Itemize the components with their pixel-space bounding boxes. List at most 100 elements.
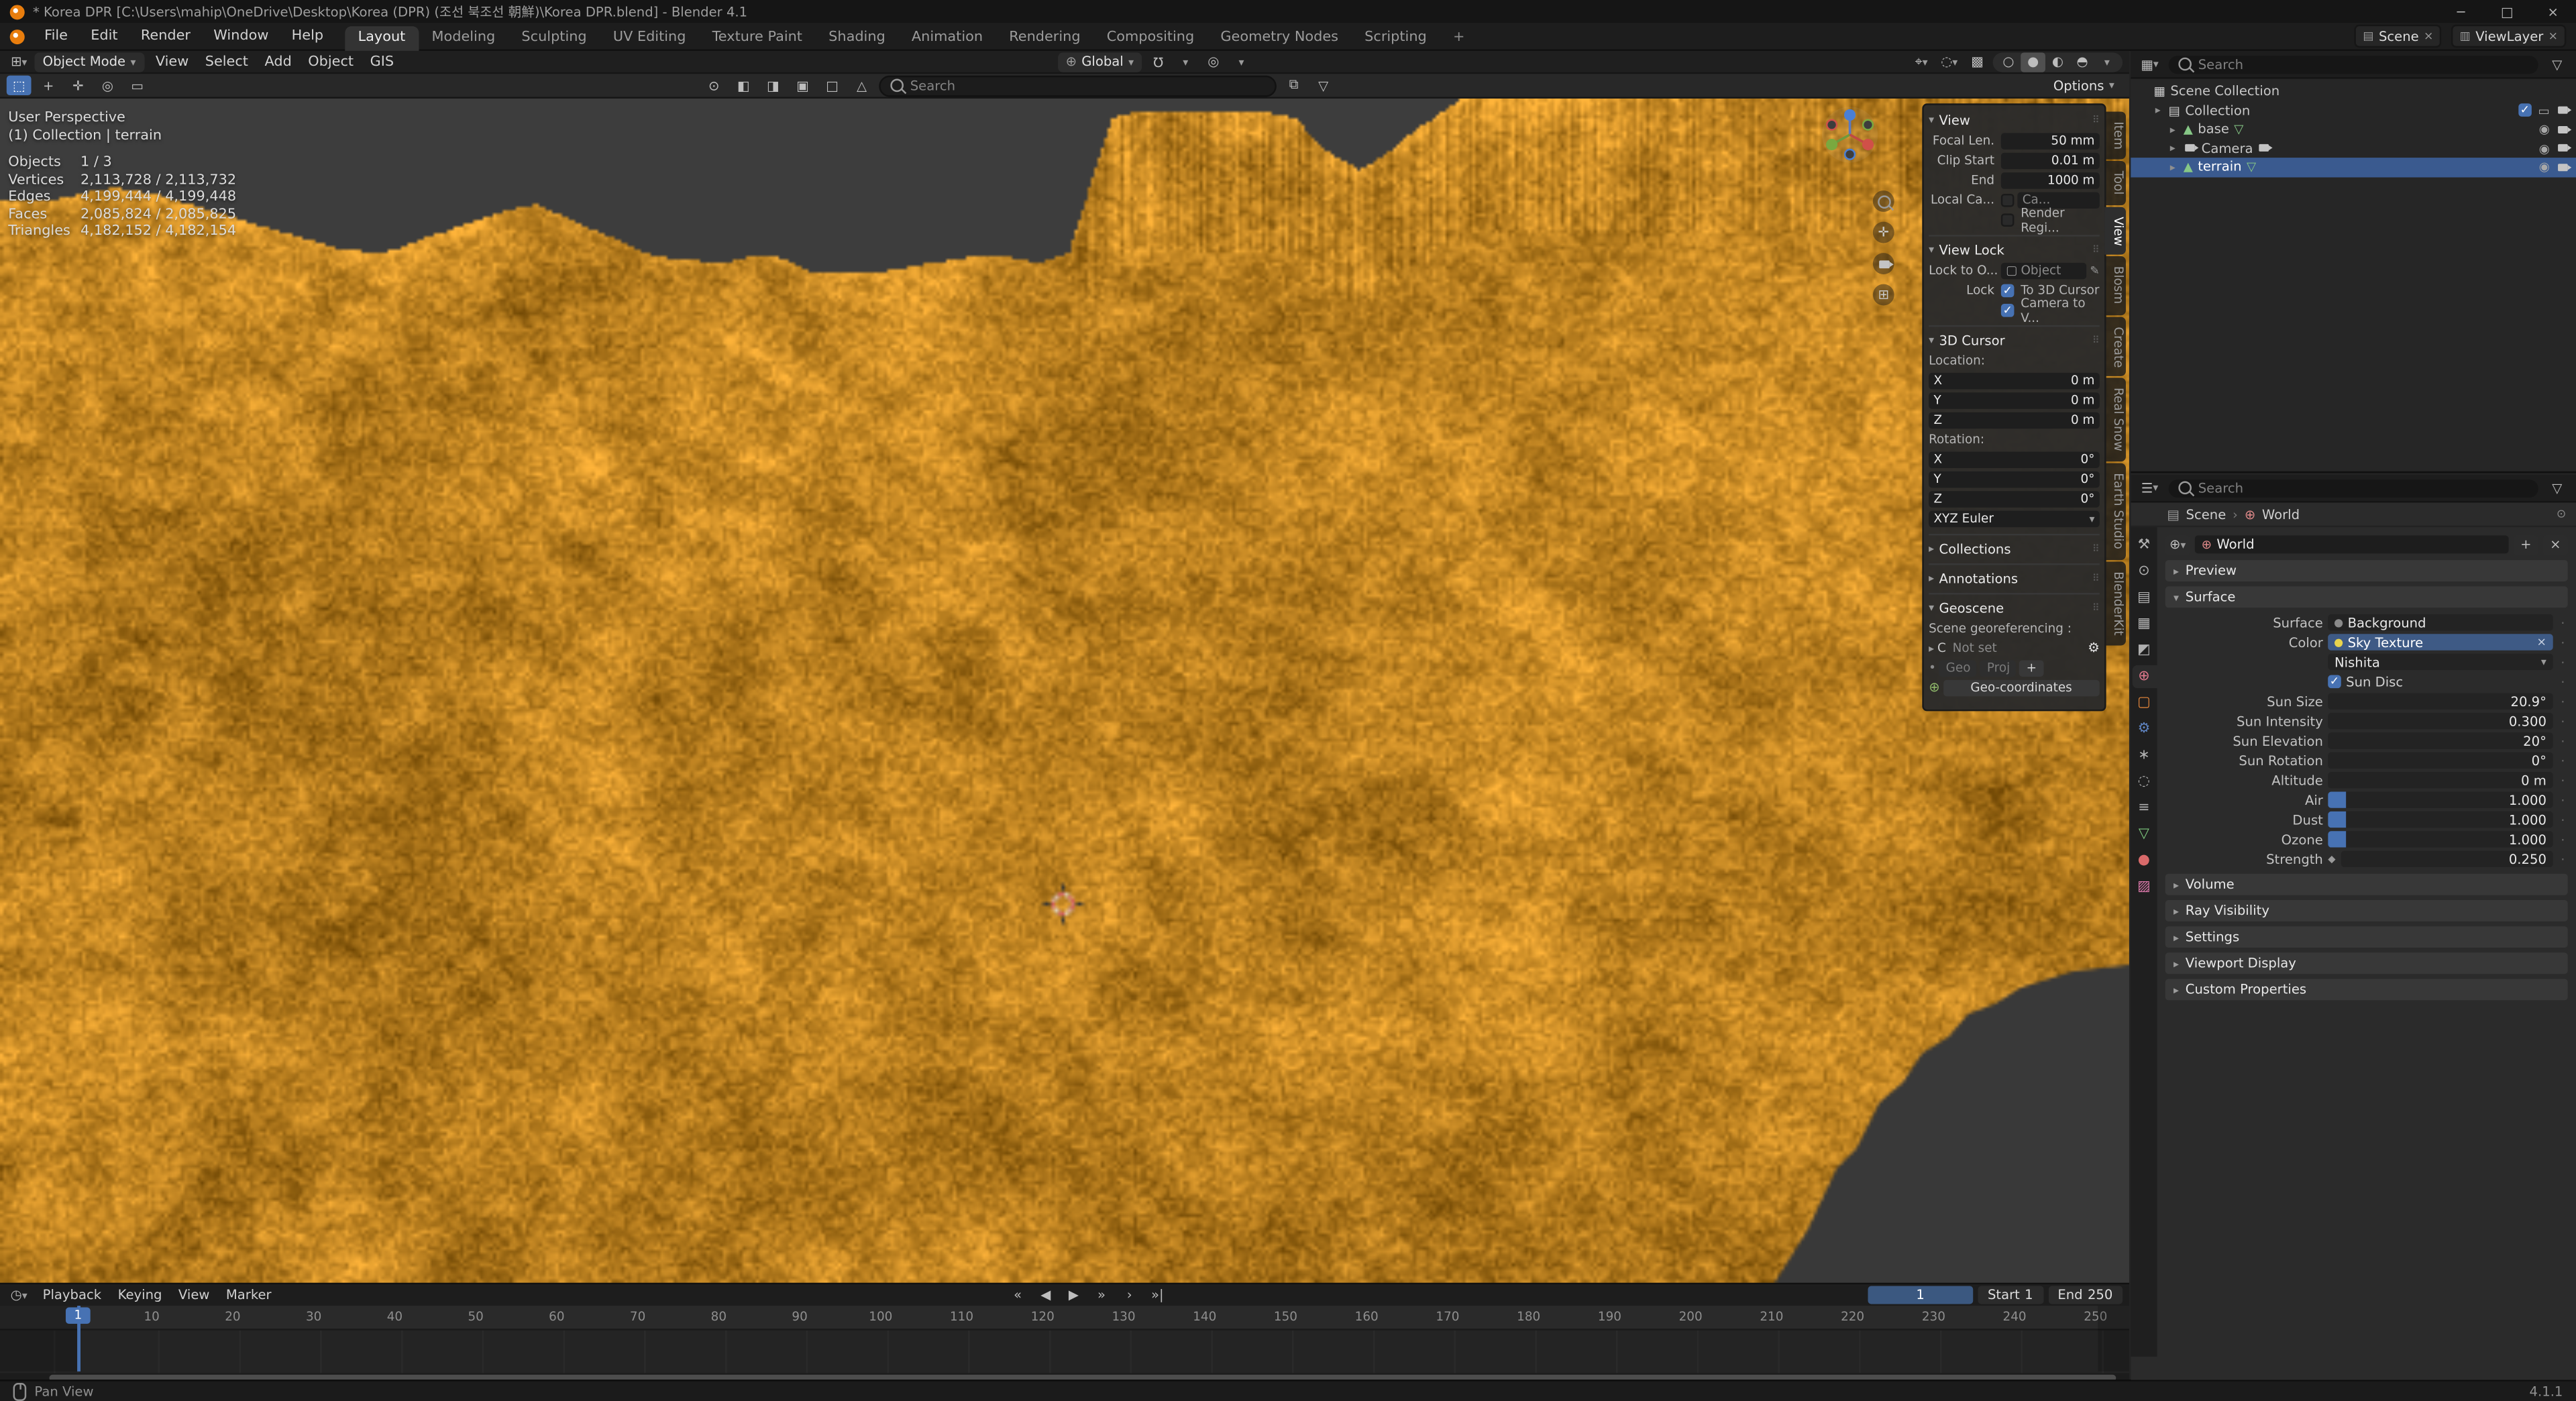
panel-custom-properties[interactable]: ▸ Custom Properties [2165,978,2568,1001]
timeline-menu-marker[interactable]: Marker [218,1288,280,1302]
animate-decorator[interactable]: · [2558,615,2568,630]
outliner-search-input[interactable]: Search [2168,55,2538,73]
prop-value-strength[interactable]: 0.250 [2340,850,2553,868]
animate-decorator[interactable]: · [2558,753,2568,768]
gear-icon[interactable]: ⚙ [2088,640,2100,655]
prev-keyframe-button[interactable]: ◀ [1033,1285,1058,1304]
menu-render[interactable]: Render [129,23,202,49]
unlink-world-button[interactable]: × [2543,535,2568,555]
play-button[interactable]: » [1089,1285,1114,1304]
animate-decorator[interactable]: · [2558,674,2568,689]
editor-type-icon[interactable]: ⊞ ▾ [7,52,32,71]
outliner-row-terrain[interactable]: ▸ ▲ terrain ▽ ◉ [2131,158,2576,177]
cursor-rotation-y-field[interactable]: Y 0° [1929,470,2100,488]
panel-volume[interactable]: ▸ Volume [2165,873,2568,895]
proportional-falloff-icon[interactable]: ▾ [1229,52,1254,71]
animate-decorator[interactable]: · [2558,733,2568,748]
workspace-tab-layout[interactable]: Layout [344,25,419,50]
geo-coordinates-button[interactable]: Geo-coordinates [1943,679,2100,696]
panel-surface[interactable]: ▾ Surface [2165,586,2568,608]
play-reverse-button[interactable]: ▶ [1061,1285,1086,1304]
properties-tab-constraints[interactable]: ≡ [2132,797,2157,820]
local-camera-checkbox[interactable] [2000,192,2015,207]
eye-icon[interactable]: ◉ [2539,141,2550,156]
outliner-editor-type-icon[interactable]: ▦ ▾ [2137,54,2162,74]
cursor-location-y-field[interactable]: Y0 m [1929,392,2100,408]
gis-layer-icon-4[interactable]: □ [820,76,845,95]
rotate-tool-icon[interactable]: ◎ [95,76,120,95]
properties-tab-world[interactable]: ⊕ [2131,665,2157,689]
surface-shader-button[interactable]: Background [2328,614,2553,632]
eyedropper-icon[interactable]: ✎ [2090,264,2099,277]
viewport-menu-object[interactable]: Object [300,54,362,70]
rotation-order-dropdown[interactable]: XYZ Euler ▾ [1929,510,2100,526]
cursor-location-z-field[interactable]: Z0 m [1929,411,2100,428]
shading-material-icon[interactable]: ◐ [2045,52,2070,71]
show-gizmo-icon[interactable]: ⌖ ▾ [1909,52,1934,71]
close-button[interactable]: × [2530,0,2576,23]
eye-icon[interactable]: ◉ [2539,160,2550,174]
panel-settings[interactable]: ▸ Settings [2165,926,2568,948]
expand-caret-icon[interactable]: ▸ [2167,142,2178,155]
npanel-tab-view[interactable]: View [2104,206,2126,256]
world-name-field[interactable]: ⊕ World [2194,535,2509,554]
expand-caret-icon[interactable]: ▸ [2167,160,2178,174]
prop-value-air[interactable]: 1.000 [2328,791,2553,809]
npanel-tab-blenderkit[interactable]: BlenderKit [2104,561,2126,645]
proportional-edit-icon[interactable]: ◎ [1201,52,1226,71]
workspace-tab-modeling[interactable]: Modeling [419,25,508,50]
shading-rendered-icon[interactable]: ◓ [2070,52,2095,71]
viewport-canvas[interactable] [0,98,2129,1283]
scale-tool-icon[interactable]: ▭ [125,76,150,95]
decorator-icon[interactable]: ◆ [2328,853,2335,864]
panel-grip-icon[interactable]: ⠿ [2092,572,2100,583]
toggle-projection-button[interactable]: ⊞ [1872,284,1894,306]
options-dropdown[interactable]: Options ▾ [2045,76,2123,95]
npanel-tab-real-snow[interactable]: Real Snow [2104,378,2126,462]
properties-tab-object-data[interactable]: ▽ [2132,823,2157,846]
animate-decorator[interactable]: · [2558,714,2568,728]
mode-dropdown[interactable]: Object Mode ▾ [34,52,144,72]
animate-decorator[interactable]: · [2558,852,2568,866]
shading-dropdown-icon[interactable]: ▾ [2094,52,2119,71]
expand-caret-icon[interactable]: ▸ [2152,104,2163,117]
clip-end-field[interactable]: 1000 m [2000,171,2100,188]
properties-filter-icon[interactable]: ▽ [2544,478,2569,498]
shading-wireframe-icon[interactable]: ○ [1996,52,2021,71]
outliner-filter-icon[interactable]: ▽ [2544,54,2569,74]
properties-tab-tool[interactable]: ⚒ [2132,534,2157,557]
snapping-dropdown-icon[interactable]: ▾ [1173,52,1198,71]
eye-icon[interactable]: ◉ [2539,122,2550,137]
camera-view-button[interactable] [1872,253,1894,274]
workspace-tab-rendering[interactable]: Rendering [996,25,1093,50]
properties-tab-physics[interactable]: ◌ [2132,771,2157,793]
workspace-tab-scripting[interactable]: Scripting [1352,25,1440,50]
outliner-row-camera[interactable]: ▸ Camera ◉ [2131,139,2576,158]
clip-start-field[interactable]: 0.01 m [2000,152,2100,169]
prop-value-altitude[interactable]: 0 m [2328,771,2553,789]
workspace-tab-animation[interactable]: Animation [898,25,996,50]
gis-layer-icon-2[interactable]: ◨ [761,76,786,95]
properties-tab-render[interactable]: ⊙ [2132,560,2157,583]
properties-tab-particles[interactable]: ∗ [2132,744,2157,767]
timeline-menu-keying[interactable]: Keying [109,1288,170,1302]
panel-grip-icon[interactable]: ⠿ [2092,602,2100,614]
snap-magnet-icon[interactable]: Ω [1145,52,1170,71]
search-input[interactable]: Search [879,74,1277,97]
properties-tab-material[interactable]: ● [2132,849,2157,872]
minimize-button[interactable]: ─ [2438,0,2484,23]
properties-search-input[interactable]: Search [2168,478,2538,497]
panel-3d-cursor-header[interactable]: ▾ 3D Cursor ⠿ [1929,330,2100,349]
properties-tab-output[interactable]: ▤ [2132,586,2157,609]
gis-layer-icon-3[interactable]: ▣ [790,76,815,95]
outliner-row-scene-collection[interactable]: ▦ Scene Collection [2131,82,2576,101]
browse-world-icon[interactable]: ⊕ ▾ [2165,535,2190,555]
color-texture-button[interactable]: Sky Texture × [2328,633,2553,651]
caret-right-icon[interactable]: ▸ [1929,641,1934,655]
pan-hand-button[interactable]: ✛ [1872,221,1894,243]
jump-to-end-button[interactable]: »| [1145,1285,1170,1304]
prop-value-dust[interactable]: 1.000 [2328,811,2553,828]
menu-file[interactable]: File [33,23,79,49]
add-workspace-button[interactable]: + [1440,25,1478,50]
menu-window[interactable]: Window [202,23,280,49]
